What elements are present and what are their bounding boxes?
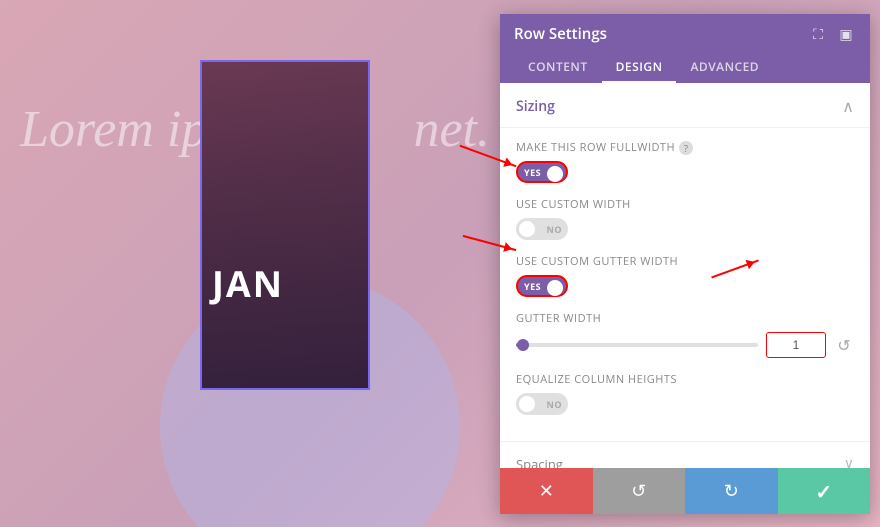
custom-gutter-setting: Use Custom Gutter Width YES	[516, 254, 854, 297]
row-settings-panel: Row Settings ⛶ ▣ Content Design Advanced…	[500, 14, 870, 514]
panel-icons: ⛶ ▣	[808, 24, 856, 44]
slider-thumb[interactable]	[517, 339, 529, 351]
fullwidth-help-icon[interactable]: ?	[679, 141, 693, 155]
panel-title-row: Row Settings ⛶ ▣	[514, 24, 856, 44]
equalize-columns-label: Equalize Column Heights	[516, 372, 854, 387]
custom-width-toggle[interactable]: NO	[516, 218, 568, 240]
gutter-slider-wrap	[516, 343, 758, 347]
gutter-slider[interactable]	[516, 343, 758, 347]
custom-width-label: Use Custom Width	[516, 197, 854, 212]
custom-gutter-toggle-knob	[547, 280, 563, 296]
sizing-chevron-up-icon: ∧	[842, 95, 854, 117]
fullwidth-setting: Make This Row Fullwidth ? YES	[516, 140, 854, 183]
preview-card-overlay	[202, 62, 368, 388]
net-text: net.	[413, 100, 490, 159]
redo-icon: ↻	[724, 479, 739, 503]
gutter-width-row: 1 ↺	[516, 332, 854, 358]
redo-button[interactable]: ↻	[685, 468, 778, 514]
fullscreen-icon[interactable]: ⛶	[808, 24, 828, 44]
fullwidth-toggle-wrap: YES	[516, 161, 854, 183]
undo-button[interactable]: ↺	[593, 468, 686, 514]
sizing-section-title: Sizing	[516, 97, 555, 116]
panel-title: Row Settings	[514, 24, 607, 44]
fullwidth-toggle[interactable]: YES	[516, 161, 568, 183]
custom-width-toggle-label: NO	[547, 223, 562, 236]
custom-width-toggle-wrap: NO	[516, 218, 854, 240]
close-icon[interactable]: ▣	[836, 24, 856, 44]
custom-gutter-label: Use Custom Gutter Width	[516, 254, 854, 269]
tab-content[interactable]: Content	[514, 52, 602, 83]
panel-tabs: Content Design Advanced	[514, 52, 856, 83]
panel-header: Row Settings ⛶ ▣ Content Design Advanced	[500, 14, 870, 83]
cancel-button[interactable]: ✕	[500, 468, 593, 514]
spacing-chevron-icon: ∨	[844, 454, 854, 468]
fullwidth-toggle-label: YES	[524, 166, 541, 179]
gutter-width-label: Gutter Width	[516, 311, 854, 326]
equalize-columns-toggle-label: NO	[547, 398, 562, 411]
preview-card: JAN	[200, 60, 370, 390]
tab-design[interactable]: Design	[602, 52, 677, 83]
spacing-title: Spacing	[516, 455, 563, 469]
sizing-section-header[interactable]: Sizing ∧	[500, 83, 870, 128]
gutter-reset-button[interactable]: ↺	[834, 334, 854, 356]
spacing-section-header[interactable]: Spacing ∨	[500, 442, 870, 468]
equalize-columns-setting: Equalize Column Heights NO	[516, 372, 854, 415]
custom-gutter-toggle-wrap: YES	[516, 275, 854, 297]
gutter-width-input[interactable]: 1	[766, 332, 826, 358]
custom-gutter-toggle[interactable]: YES	[516, 275, 568, 297]
equalize-columns-toggle-knob	[519, 396, 535, 412]
spacing-section: Spacing ∨	[500, 441, 870, 468]
fullwidth-toggle-knob	[547, 166, 563, 182]
panel-footer: ✕ ↺ ↻ ✓	[500, 468, 870, 514]
sizing-section: Sizing ∧ Make This Row Fullwidth ? YES	[500, 83, 870, 441]
cancel-icon: ✕	[539, 479, 554, 503]
panel-body: Sizing ∧ Make This Row Fullwidth ? YES	[500, 83, 870, 468]
custom-width-setting: Use Custom Width NO	[516, 197, 854, 240]
jan-label: JAN	[212, 259, 284, 308]
tab-advanced[interactable]: Advanced	[676, 52, 773, 83]
save-button[interactable]: ✓	[778, 468, 871, 514]
equalize-columns-toggle-wrap: NO	[516, 393, 854, 415]
save-icon: ✓	[815, 478, 832, 505]
gutter-width-setting: Gutter Width 1 ↺	[516, 311, 854, 358]
custom-width-toggle-knob	[519, 221, 535, 237]
equalize-columns-toggle[interactable]: NO	[516, 393, 568, 415]
fullwidth-label: Make This Row Fullwidth ?	[516, 140, 854, 155]
undo-icon: ↺	[631, 479, 646, 503]
sizing-section-content: Make This Row Fullwidth ? YES Use Custom…	[500, 128, 870, 441]
custom-gutter-toggle-label: YES	[524, 280, 541, 293]
